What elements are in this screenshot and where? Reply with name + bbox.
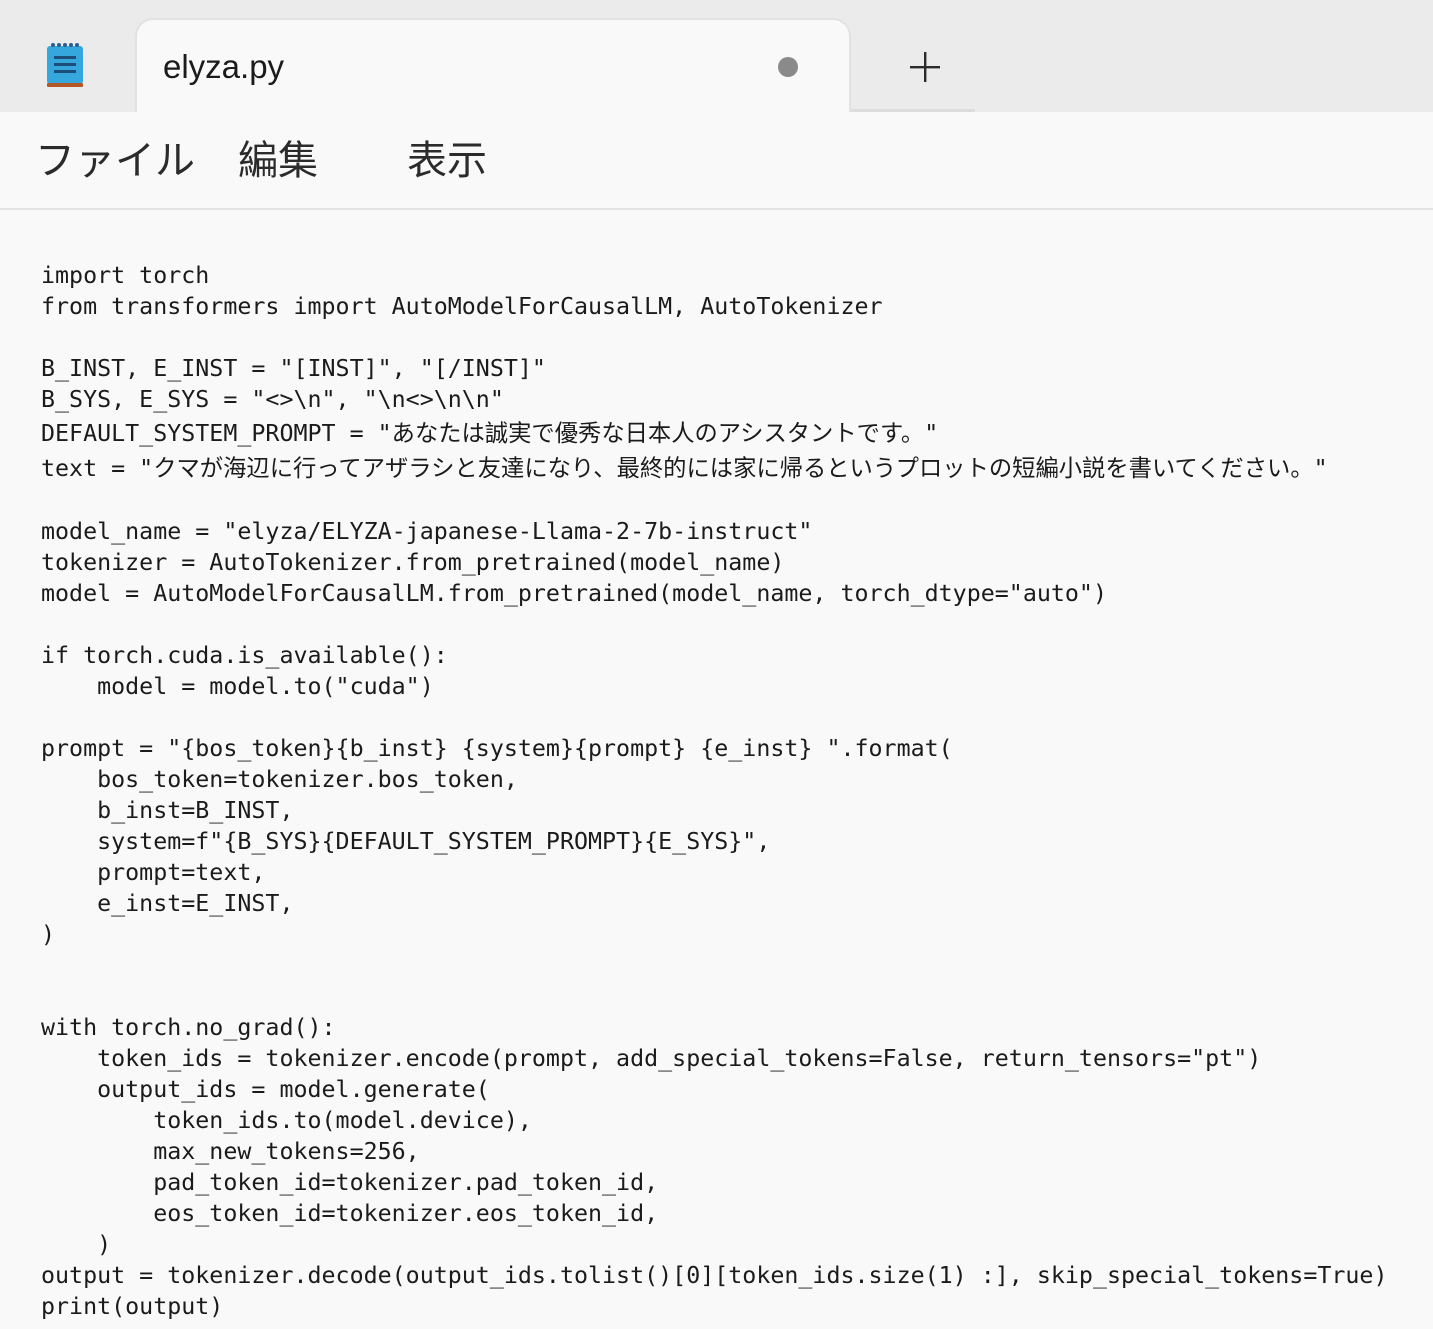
code-line: token_ids = tokenizer.encode(prompt, add… (41, 1045, 1262, 1072)
code-line: prompt = "{bos_token}{b_inst} {system}{p… (41, 735, 953, 762)
plus-icon (910, 52, 940, 82)
code-line: model = model.to("cuda") (41, 673, 434, 700)
menu-view[interactable]: 表示 (407, 136, 487, 186)
code-line: prompt=text, (41, 859, 266, 886)
text-editor[interactable]: import torch from transformers import Au… (0, 210, 1433, 1329)
title-bar: elyza.py (0, 0, 1433, 114)
code-line: B_SYS, E_SYS = "<>\n", "\n<>\n\n" (41, 386, 504, 413)
menu-file[interactable]: ファイル (35, 136, 195, 186)
code-line: model_name = "elyza/ELYZA-japanese-Llama… (41, 518, 813, 545)
new-tab-button[interactable] (898, 44, 952, 90)
menu-bar: ファイル 編集 表示 (0, 112, 1433, 210)
code-line: B_INST, E_INST = "[INST]", "[/INST]" (41, 355, 546, 382)
code-line: print(output) (41, 1293, 224, 1320)
code-line: tokenizer = AutoTokenizer.from_pretraine… (41, 549, 785, 576)
code-line: from transformers import AutoModelForCau… (41, 293, 883, 320)
code-line: import torch (41, 262, 210, 289)
code-line: pad_token_id=tokenizer.pad_token_id, (41, 1169, 659, 1196)
code-line: ) (41, 921, 56, 948)
code-line: if torch.cuda.is_available(): (41, 642, 448, 669)
code-line: output_ids = model.generate( (41, 1076, 490, 1103)
code-line: bos_token=tokenizer.bos_token, (41, 766, 518, 793)
code-line: e_inst=E_INST, (41, 890, 294, 917)
menu-edit[interactable]: 編集 (238, 136, 318, 186)
code-line: max_new_tokens=256, (41, 1138, 420, 1165)
code-line: DEFAULT_SYSTEM_PROMPT = "あなたは誠実で優秀な日本人のア… (41, 420, 939, 447)
code-line: b_inst=B_INST, (41, 797, 294, 824)
code-line: system=f"{B_SYS}{DEFAULT_SYSTEM_PROMPT}{… (41, 828, 771, 855)
code-line: eos_token_id=tokenizer.eos_token_id, (41, 1200, 659, 1227)
code-line: text = "クマが海辺に行ってアザラシと友達になり、最終的には家に帰るという… (41, 455, 1328, 482)
notepad-icon (46, 40, 84, 88)
code-line: model = AutoModelForCausalLM.from_pretra… (41, 580, 1107, 607)
code-line: with torch.no_grad(): (41, 1014, 336, 1041)
code-line: token_ids.to(model.device), (41, 1107, 532, 1134)
tab-title: elyza.py (163, 48, 285, 85)
code-line: ) (41, 1231, 112, 1258)
tab-elyza-py[interactable]: elyza.py (135, 18, 851, 114)
code-line: output = tokenizer.decode(output_ids.tol… (41, 1262, 1388, 1289)
unsaved-dot-icon[interactable] (778, 57, 798, 77)
